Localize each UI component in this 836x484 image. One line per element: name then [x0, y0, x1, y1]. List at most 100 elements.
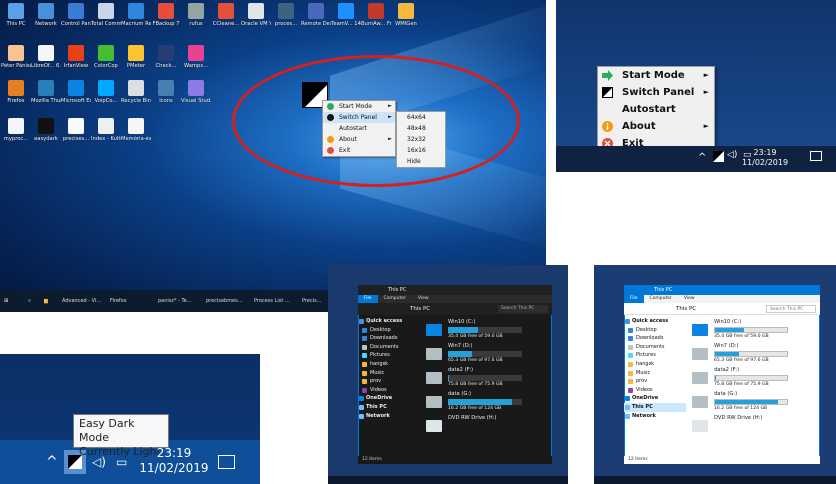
nav-item[interactable]: hangsk: [358, 360, 420, 369]
tab-file[interactable]: File: [624, 295, 644, 303]
context-menu-item[interactable]: Autostart: [323, 123, 395, 134]
submenu-item[interactable]: 48x48: [397, 123, 445, 134]
nav-item[interactable]: Documents: [358, 343, 420, 352]
tab-file[interactable]: File: [358, 295, 378, 303]
drive-item[interactable]: data2 (F:) 75.8 GB free of 75.9 GB: [426, 367, 556, 391]
nav-item[interactable]: Videos: [624, 386, 686, 395]
submenu-item[interactable]: 16x16: [397, 145, 445, 156]
nav-item[interactable]: Desktop: [358, 326, 420, 335]
drive-item[interactable]: data2 (F:) 75.8 GB free of 75.9 GB: [692, 367, 822, 391]
desktop-icon[interactable]: Network: [31, 3, 61, 37]
menu-item-about[interactable]: About ►: [598, 118, 714, 135]
desktop-icon[interactable]: PMeter: [121, 45, 151, 79]
tab-computer[interactable]: Computer: [644, 295, 678, 303]
nav-item[interactable]: Network: [358, 412, 420, 421]
nav-item[interactable]: Music: [624, 369, 686, 378]
drive-item[interactable]: DVD RW Drive (H:): [426, 415, 556, 439]
start-button-icon[interactable]: ⊞: [4, 295, 8, 307]
nav-item[interactable]: Pictures: [358, 351, 420, 360]
desktop-icon[interactable]: VoipCo...: [91, 80, 121, 114]
desktop-icon[interactable]: proces...: [271, 3, 301, 37]
tab-view[interactable]: View: [412, 295, 435, 303]
taskbar-item[interactable]: panisz* - Te...: [158, 295, 192, 307]
taskbar-item[interactable]: Process List ...: [254, 295, 290, 307]
nav-item[interactable]: prov: [358, 377, 420, 386]
chevron-up-icon[interactable]: ^: [698, 152, 706, 163]
nav-item[interactable]: This PC: [624, 402, 686, 412]
tab-view[interactable]: View: [678, 295, 701, 303]
desktop-icon[interactable]: myproc...: [1, 118, 31, 152]
drive-item[interactable]: data (G:) 16.2 GB free of 124 GB: [426, 391, 556, 415]
drive-item[interactable]: Win10 (C:) 35.4 GB free of 59.0 GB: [692, 319, 822, 343]
edge-taskbar-icon[interactable]: e: [28, 295, 31, 307]
tray-clock[interactable]: 23:19 11/02/2019: [728, 148, 802, 168]
context-menu-item[interactable]: Start Mode ►: [323, 101, 395, 112]
desktop-icon[interactable]: WMIGen: [391, 3, 421, 37]
taskbar-item[interactable]: Firefox: [110, 295, 127, 307]
nav-item[interactable]: hangsk: [624, 360, 686, 369]
desktop-icon[interactable]: easydark: [31, 118, 61, 152]
desktop-icon[interactable]: Péter Pánisz: [1, 45, 31, 79]
desktop-icon[interactable]: Control Panel: [61, 3, 91, 37]
desktop-icon[interactable]: precises...: [61, 118, 91, 152]
desktop-icon[interactable]: CCleane...: [211, 3, 241, 37]
easy-dark-mode-tray-icon[interactable]: [713, 151, 724, 162]
menu-item-autostart[interactable]: Autostart: [598, 101, 714, 118]
nav-item[interactable]: Videos: [358, 386, 420, 395]
desktop-icon[interactable]: rufus: [181, 3, 211, 37]
desktop-icon[interactable]: LibreOf... 6.2: [31, 45, 61, 79]
context-menu-item[interactable]: About ►: [323, 134, 395, 145]
drive-item[interactable]: Win10 (C:) 35.4 GB free of 59.0 GB: [426, 319, 556, 343]
tray-clock[interactable]: 23:19 11/02/2019: [134, 446, 214, 476]
action-center-icon[interactable]: [218, 455, 235, 469]
folder-taskbar-icon[interactable]: ▆: [44, 295, 48, 307]
nav-item[interactable]: This PC: [358, 403, 420, 412]
drive-item[interactable]: Win7 (D:) 65.3 GB free of 97.6 GB: [426, 343, 556, 367]
desktop-icon[interactable]: FBackup 7: [151, 3, 181, 37]
desktop-icon[interactable]: Oracle VM Virt...: [241, 3, 271, 37]
taskbar-item[interactable]: Precis...: [302, 295, 321, 307]
search-input[interactable]: Search This PC: [766, 305, 816, 313]
desktop-icon[interactable]: Total Comma...: [91, 3, 121, 37]
nav-item[interactable]: Quick access: [624, 317, 686, 326]
tab-computer[interactable]: Computer: [378, 295, 412, 303]
drive-item[interactable]: data (G:) 16.2 GB free of 124 GB: [692, 391, 822, 415]
desktop-icon[interactable]: TeamV... 14: [331, 3, 361, 37]
nav-item[interactable]: Desktop: [624, 326, 686, 335]
desktop-icon[interactable]: Microsoft Edge: [61, 80, 91, 114]
desktop-icon[interactable]: Recycle Bin: [121, 80, 151, 114]
menu-item-start-mode[interactable]: Start Mode ►: [598, 67, 714, 84]
desktop-icon[interactable]: Icons: [151, 80, 181, 114]
desktop-icon[interactable]: BurnAw... Free: [361, 3, 391, 37]
nav-item[interactable]: Quick access: [358, 317, 420, 326]
desktop-icon[interactable]: Remote Desktop...: [301, 3, 331, 37]
desktop-icon[interactable]: Macrium Reflect: [121, 3, 151, 37]
action-center-icon[interactable]: [810, 151, 822, 161]
context-menu-item[interactable]: Switch Panel ►: [323, 112, 395, 123]
nav-item[interactable]: Downloads: [624, 334, 686, 343]
drive-item[interactable]: DVD RW Drive (H:): [692, 415, 822, 439]
taskbar-item[interactable]: Advanced - Vi...: [62, 295, 101, 307]
desktop-icon[interactable]: Mozilla Thunde...: [31, 80, 61, 114]
desktop-icon[interactable]: Memória-és objek...: [121, 118, 151, 152]
nav-item[interactable]: prov: [624, 377, 686, 386]
desktop-icon[interactable]: Firefox: [1, 80, 31, 114]
desktop-icon[interactable]: Visual Stud...: [181, 80, 211, 114]
nav-item[interactable]: OneDrive: [358, 394, 420, 403]
desktop-icon[interactable]: Check...: [151, 45, 181, 79]
submenu-item[interactable]: Hide: [397, 156, 445, 167]
search-input[interactable]: Search This PC: [498, 305, 548, 313]
desktop-icon[interactable]: Wamps...: [181, 45, 211, 79]
submenu-item[interactable]: 32x32: [397, 134, 445, 145]
nav-item[interactable]: Documents: [624, 343, 686, 352]
desktop-icon[interactable]: Index - Kultúr -...: [91, 118, 121, 152]
menu-item-switch-panel[interactable]: Switch Panel ►: [598, 84, 714, 101]
nav-item[interactable]: Pictures: [624, 351, 686, 360]
desktop-icon[interactable]: ColorCop: [91, 45, 121, 79]
submenu-item[interactable]: 64x64: [397, 112, 445, 123]
desktop-icon[interactable]: IrfanView: [61, 45, 91, 79]
nav-item[interactable]: OneDrive: [624, 394, 686, 403]
nav-item[interactable]: Music: [358, 369, 420, 378]
desktop-icon[interactable]: This PC: [1, 3, 31, 37]
chevron-up-icon[interactable]: ^: [46, 454, 58, 470]
